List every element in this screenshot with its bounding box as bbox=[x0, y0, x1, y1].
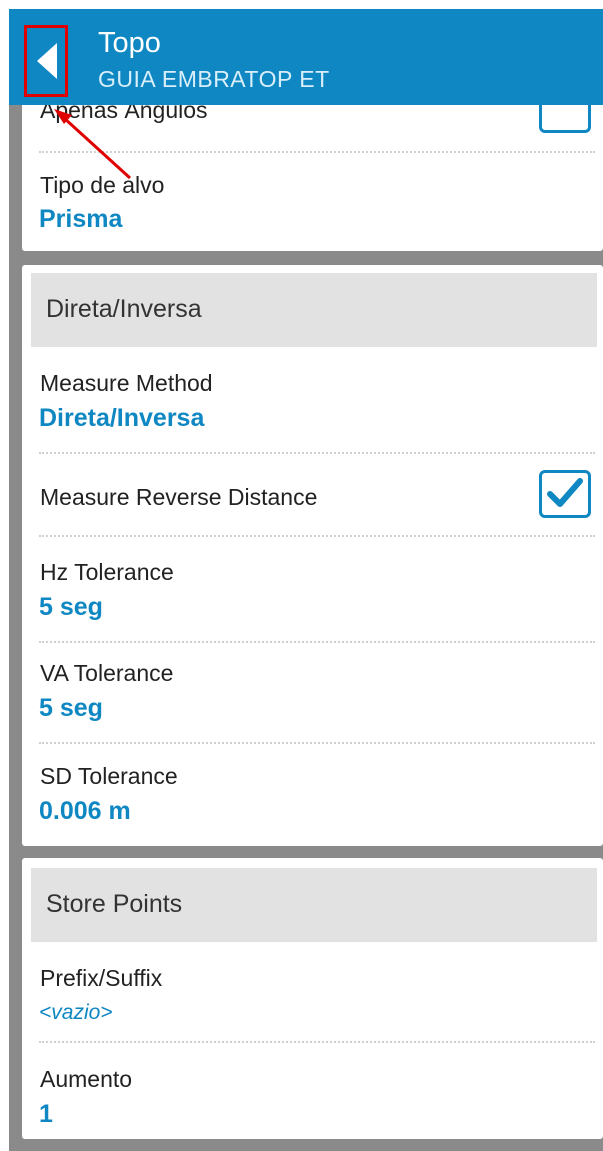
hz-tolerance-value[interactable]: 5 seg bbox=[39, 593, 103, 622]
section-header-face: Direta/Inversa bbox=[31, 273, 597, 347]
section-title-store-points: Store Points bbox=[46, 890, 183, 918]
prefix-suffix-label: Prefix/Suffix bbox=[40, 965, 163, 991]
section-title-face: Direta/Inversa bbox=[46, 295, 202, 323]
measure-method-value[interactable]: Direta/Inversa bbox=[39, 404, 204, 433]
divider bbox=[39, 1041, 595, 1043]
prefix-suffix-value[interactable]: <vazio> bbox=[39, 1001, 113, 1025]
measure-method-label: Measure Method bbox=[40, 370, 213, 396]
page-subtitle: GUIA EMBRATOP ET bbox=[98, 66, 330, 92]
divider bbox=[39, 151, 595, 153]
sd-tolerance-value[interactable]: 0.006 m bbox=[39, 797, 131, 826]
section-header-store-points: Store Points bbox=[31, 868, 597, 942]
app-bar: Topo GUIA EMBRATOP ET bbox=[9, 9, 603, 105]
va-tolerance-value[interactable]: 5 seg bbox=[39, 694, 103, 723]
target-type-label: Tipo de alvo bbox=[40, 172, 165, 198]
checkmark-icon bbox=[547, 478, 583, 507]
divider bbox=[39, 535, 595, 537]
page-title: Topo bbox=[98, 27, 161, 59]
target-type-value[interactable]: Prisma bbox=[39, 205, 122, 234]
hz-tolerance-label: Hz Tolerance bbox=[40, 559, 174, 585]
sd-tolerance-label: SD Tolerance bbox=[40, 763, 178, 789]
reverse-distance-checkbox[interactable] bbox=[539, 470, 591, 518]
back-button[interactable] bbox=[24, 25, 68, 97]
divider bbox=[39, 742, 595, 744]
face-settings-card: Direta/Inversa Measure Method Direta/Inv… bbox=[22, 265, 603, 846]
back-arrow-icon bbox=[37, 43, 57, 79]
app-screen: Apenas Ângulos Tipo de alvo Prisma Diret… bbox=[9, 9, 603, 1151]
va-tolerance-label: VA Tolerance bbox=[40, 660, 174, 686]
increment-value[interactable]: 1 bbox=[39, 1100, 53, 1129]
reverse-distance-label: Measure Reverse Distance bbox=[40, 484, 318, 510]
store-points-card: Store Points Prefix/Suffix <vazio> Aumen… bbox=[22, 858, 603, 1139]
divider bbox=[39, 452, 595, 454]
increment-label: Aumento bbox=[40, 1066, 133, 1092]
divider bbox=[39, 641, 595, 643]
